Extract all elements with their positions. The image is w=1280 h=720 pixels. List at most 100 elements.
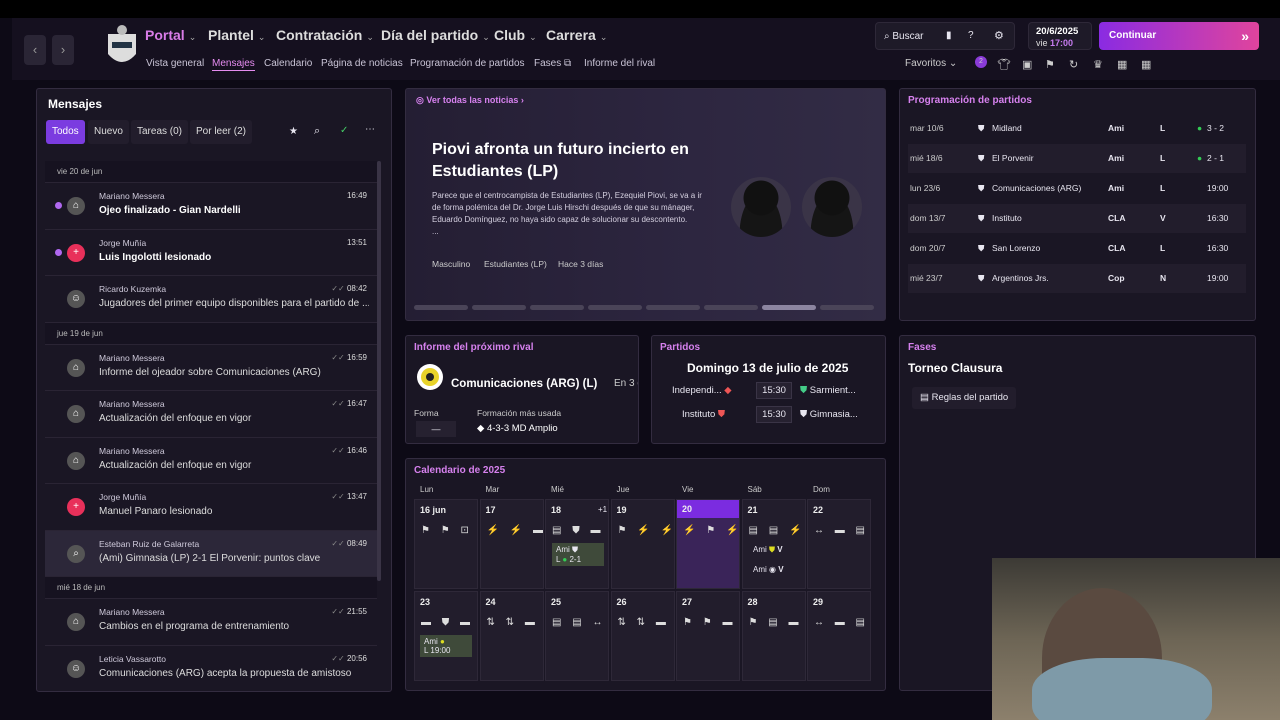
subnav-noticias[interactable]: Página de noticias [321, 58, 403, 69]
subnav-mensajes[interactable]: Mensajes [212, 58, 255, 71]
calendar-icon[interactable]: ▦ [1117, 58, 1127, 71]
nav-dia-partido[interactable]: Día del partido ⌄ [381, 27, 490, 43]
message-item[interactable]: ⌂ Mariano Messera Actualización del enfoqu… [45, 438, 377, 484]
day-number: 29 [813, 597, 824, 607]
message-item[interactable]: + Jorge Muñía Luis Ingolotti lesionado 13:5… [45, 230, 377, 276]
match-away[interactable]: ⛊ Gimnasia... [800, 409, 858, 420]
match-event[interactable]: Ami ⛊ L ● 2-1 [552, 543, 604, 566]
continue-button[interactable]: Continuar» [1099, 22, 1259, 50]
carousel-indicator[interactable] [646, 305, 700, 310]
message-sender: Mariano Messera [99, 352, 165, 363]
book-icon[interactable]: ▮ [946, 30, 952, 41]
calendar-day[interactable]: 17 ⚡ ⚡ ▬ [479, 499, 544, 589]
message-item[interactable]: ☺ Leticia Vassarotto Comunicaciones (ARG) … [45, 646, 377, 692]
calendar-day[interactable]: 20 ⚡ ⚑ ⚡ [676, 499, 740, 589]
calendar-day[interactable]: 27 ⚑ ⚑ ▬ [676, 591, 740, 681]
activity-icons: ⚑ ⚑ ⊡ [421, 525, 473, 536]
club-crest-icon[interactable] [104, 24, 140, 72]
match-home[interactable]: Independi... ◆ [672, 385, 732, 396]
mark-read-icon[interactable]: ✓ [340, 125, 348, 136]
tab-por-leer[interactable]: Por leer (2) [190, 120, 253, 144]
calendar-panel: Calendario de 2025 Lun Mar Mié Jue Vie Sáb Dom… [405, 458, 886, 691]
message-subject: Ojeo finalizado - Gian Nardelli [99, 205, 241, 216]
forward-button[interactable]: › [52, 35, 74, 65]
message-item[interactable]: ⌂ Mariano Messera Actualización del enfoqu… [45, 391, 377, 438]
notification-badge[interactable]: 2 [975, 56, 987, 68]
training-icon[interactable]: ⚑ [1045, 58, 1055, 71]
message-item[interactable]: ⌂ Mariano Messera Ojeo finalizado - Gian N… [45, 183, 377, 230]
favorites-dropdown[interactable]: Favoritos ⌄ [905, 58, 957, 69]
subnav-calendario[interactable]: Calendario [264, 58, 312, 69]
calendar-day[interactable]: 24 ⇅ ⇅ ▬ [479, 591, 544, 681]
message-item[interactable]: ☺ Ricardo Kuzemka Jugadores del primer equ… [45, 276, 377, 323]
fixture-row[interactable]: mié 23/7 ⛊ Argentinos Jrs. Cop N 19:00 [908, 264, 1246, 293]
subnav-vista-general[interactable]: Vista general [146, 58, 204, 69]
match-away[interactable]: ⛊ Sarmient... [800, 385, 856, 396]
calendar-day[interactable]: 25 ▤ ▤ ↔ [545, 591, 609, 681]
rules-button[interactable]: ▤ Reglas del partido [912, 387, 1017, 409]
more-icon[interactable]: ⋯ [365, 124, 375, 135]
nav-portal[interactable]: Portal ⌄ [145, 27, 196, 43]
trophy-icon[interactable]: ♛ [1093, 58, 1103, 71]
gear-icon[interactable]: ⚙ [994, 29, 1004, 42]
nav-plantel[interactable]: Plantel ⌄ [208, 27, 265, 43]
subnav-fases[interactable]: Fases ⧉ [534, 58, 571, 69]
calendar-day[interactable]: 26 ⇅ ⇅ ▬ [610, 591, 675, 681]
schedule-icon[interactable]: ▦ [1141, 58, 1151, 71]
news-headline[interactable]: Piovi afronta un futuro incierto en Estu… [432, 139, 692, 183]
day-number: 20 [677, 500, 739, 518]
carousel-indicator[interactable] [704, 305, 758, 310]
carousel-indicator[interactable] [820, 305, 874, 310]
help-icon[interactable]: ? [968, 30, 974, 41]
fixture-row[interactable]: dom 13/7 ⛊ Instituto CLA V 16:30 [908, 204, 1246, 233]
subnav-programacion[interactable]: Programación de partidos [410, 58, 525, 69]
message-time: ✓✓ 08:42 [331, 284, 367, 293]
nav-contratacion[interactable]: Contratación ⌄ [276, 27, 374, 43]
match-event[interactable]: Ami ● L 19:00 [420, 635, 472, 657]
shirt-icon[interactable]: 👕︎ [997, 58, 1011, 71]
calendar-day[interactable]: 22 ↔ ▬ ▤ [807, 499, 871, 589]
tab-todos[interactable]: Todos [46, 120, 85, 144]
scrollbar[interactable] [377, 161, 381, 581]
calendar-day[interactable]: 21 ▤ ▤ ⚡ [741, 499, 806, 589]
carousel-indicator[interactable] [762, 305, 816, 310]
nav-club[interactable]: Club ⌄ [494, 27, 537, 43]
external-link-icon: ⧉ [564, 58, 572, 69]
tab-nuevo[interactable]: Nuevo [88, 120, 129, 144]
carousel-indicator[interactable] [414, 305, 468, 310]
carousel-indicator[interactable] [530, 305, 584, 310]
rival-days: En 3 d [614, 378, 638, 389]
all-news-link[interactable]: ◎ Ver todas las noticias › [416, 95, 524, 106]
activity-icons: ⇅ ⇅ ▬ [617, 617, 670, 628]
message-item[interactable]: ⌂ Mariano Messera Cambios en el programa d… [45, 599, 377, 646]
match-event[interactable]: Ami ⛊ V [753, 545, 783, 555]
fixture-row[interactable]: mar 10/6 ⛊ Midland Ami L ● 3 - 2 [908, 114, 1246, 143]
fixture-row[interactable]: mié 18/6 ⛊ El Porvenir Ami L ● 2 - 1 [908, 144, 1246, 173]
carousel-indicator[interactable] [588, 305, 642, 310]
calendar-day[interactable]: 19 ⚑ ⚡ ⚡ [610, 499, 675, 589]
tab-tareas[interactable]: Tareas (0) [131, 120, 189, 144]
date-display[interactable]: 20/6/2025 vie 17:00 [1028, 22, 1092, 50]
tactics-icon[interactable]: ▣ [1022, 58, 1032, 71]
nav-carrera[interactable]: Carrera ⌄ [546, 27, 607, 43]
subnav-informe-rival[interactable]: Informe del rival [584, 58, 655, 69]
calendar-day[interactable]: 29 ↔ ▬ ▤ [807, 591, 871, 681]
message-item[interactable]: + Jorge Muñía Manuel Panaro lesionado ✓✓ 13… [45, 484, 377, 531]
medical-icon: + [67, 498, 85, 516]
fixture-row[interactable]: lun 23/6 ⛊ Comunicaciones (ARG) Ami L 19:00 [908, 174, 1246, 203]
star-icon[interactable]: ★ [289, 126, 298, 137]
refresh-icon[interactable]: ↻ [1069, 58, 1078, 71]
message-item[interactable]: ⌂ Mariano Messera Informe del ojeador sobr… [45, 345, 377, 391]
search-button[interactable]: ⌕ Buscar [884, 31, 924, 42]
match-home[interactable]: Instituto ⛊ [682, 409, 725, 420]
match-event[interactable]: Ami ◉ V [753, 565, 784, 574]
calendar-day[interactable]: 16 jun ⚑ ⚑ ⊡ [414, 499, 478, 589]
back-button[interactable]: ‹ [24, 35, 46, 65]
fixture-row[interactable]: dom 20/7 ⛊ San Lorenzo CLA L 16:30 [908, 234, 1246, 263]
message-item[interactable]: ⌕ Esteban Ruiz de Galarreta (Ami) Gimnasia… [45, 530, 377, 577]
carousel-indicator[interactable] [472, 305, 526, 310]
calendar-day[interactable]: 28 ⚑ ▤ ▬ [741, 591, 806, 681]
more-events[interactable]: +1 [598, 505, 607, 514]
search-icon[interactable]: ⌕ [314, 125, 320, 138]
rival-team[interactable]: Comunicaciones (ARG) (L) [451, 378, 597, 390]
